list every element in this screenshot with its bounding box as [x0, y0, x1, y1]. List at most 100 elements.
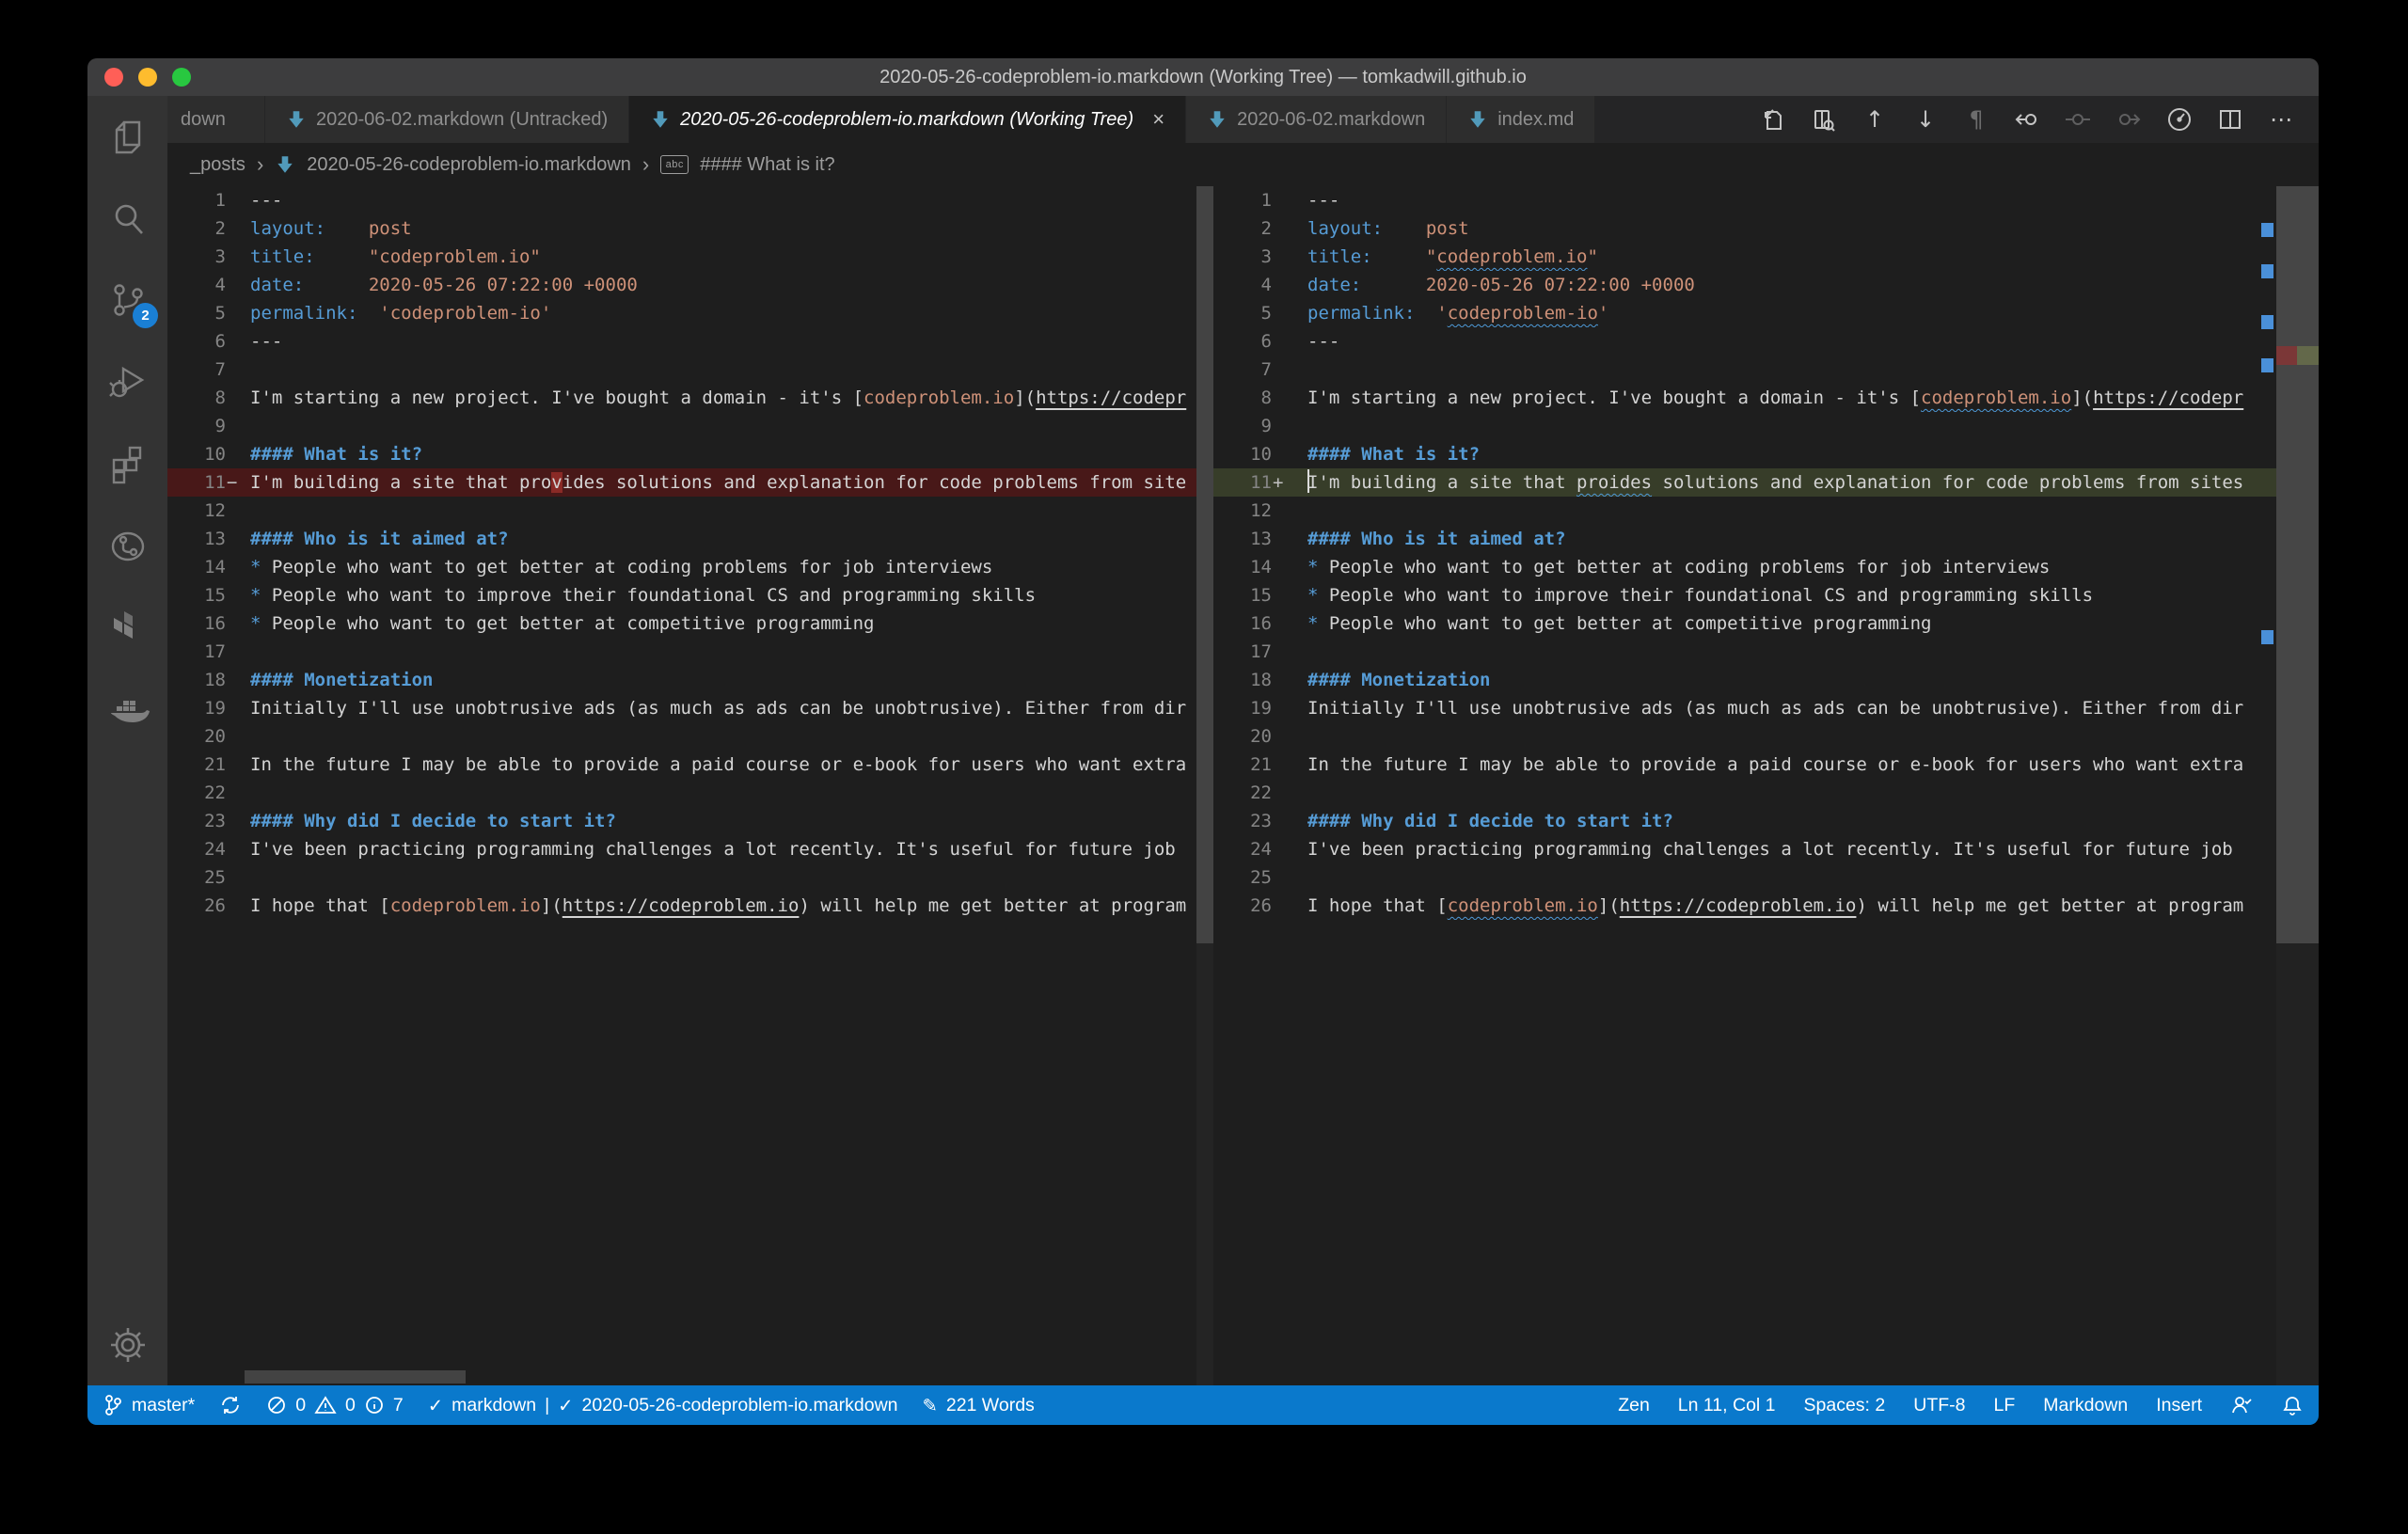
- open-changes-icon[interactable]: [2059, 103, 2097, 135]
- code-line[interactable]: 16* People who want to get better at com…: [1213, 609, 2319, 638]
- code-line[interactable]: 19Initially I'll use unobtrusive ads (as…: [1213, 694, 2319, 722]
- code-line[interactable]: 26I hope that [codeproblem.io](https://c…: [167, 892, 1213, 920]
- code-line[interactable]: 22: [1213, 779, 2319, 807]
- sidebar-item-run-debug[interactable]: [87, 341, 167, 423]
- code-line[interactable]: 20: [1213, 722, 2319, 751]
- code-line[interactable]: 2layout: post: [167, 214, 1213, 243]
- left-vertical-scrollbar[interactable]: [1196, 186, 1213, 1385]
- word-count[interactable]: ✎ 221 Words: [923, 1395, 1035, 1416]
- breadcrumb-item-file[interactable]: 2020-05-26-codeproblem-io.markdown: [307, 154, 631, 176]
- code-line[interactable]: 25: [167, 863, 1213, 892]
- code-line[interactable]: 5permalink: 'codeproblem-io': [167, 299, 1213, 327]
- zoom-window-button[interactable]: [172, 68, 191, 87]
- tab-index-md[interactable]: index.md: [1447, 96, 1595, 143]
- code-line[interactable]: 13#### Who is it aimed at?: [1213, 525, 2319, 553]
- close-window-button[interactable]: [104, 68, 123, 87]
- code-line[interactable]: 15* People who want to improve their fou…: [167, 581, 1213, 609]
- sidebar-item-gitlens[interactable]: [87, 505, 167, 587]
- linter-status[interactable]: ✓ markdown | ✓ 2020-05-26-codeproblem-io…: [428, 1395, 898, 1416]
- code-line[interactable]: 22: [167, 779, 1213, 807]
- branch-indicator[interactable]: master*: [103, 1394, 195, 1416]
- breadcrumb-item-folder[interactable]: _posts: [190, 154, 246, 176]
- code-line[interactable]: 3title: "codeproblem.io": [1213, 243, 2319, 271]
- code-line[interactable]: 13#### Who is it aimed at?: [167, 525, 1213, 553]
- breadcrumb-item-symbol[interactable]: #### What is it?: [700, 154, 834, 176]
- more-actions-icon[interactable]: ⋯: [2262, 103, 2300, 135]
- overview-ruler[interactable]: [2276, 186, 2319, 1385]
- code-line[interactable]: 23#### Why did I decide to start it?: [1213, 807, 2319, 835]
- sidebar-item-explorer[interactable]: [87, 96, 167, 178]
- code-line[interactable]: 24I've been practicing programming chall…: [167, 835, 1213, 863]
- code-line[interactable]: 4date: 2020-05-26 07:22:00 +0000: [167, 271, 1213, 299]
- notifications-button[interactable]: [2281, 1394, 2304, 1416]
- sidebar-item-extensions[interactable]: [87, 423, 167, 505]
- code-line[interactable]: 11+I'm building a site that proides solu…: [1213, 468, 2319, 497]
- open-preview-to-side-icon[interactable]: [1805, 103, 1843, 135]
- code-line[interactable]: 9: [167, 412, 1213, 440]
- tab-2020-05-26-working-tree[interactable]: 2020-05-26-codeproblem-io.markdown (Work…: [629, 96, 1186, 143]
- code-line[interactable]: 14* People who want to get better at cod…: [167, 553, 1213, 581]
- minimize-window-button[interactable]: [138, 68, 157, 87]
- code-line[interactable]: 3title: "codeproblem.io": [167, 243, 1213, 271]
- code-line[interactable]: 4date: 2020-05-26 07:22:00 +0000: [1213, 271, 2319, 299]
- indentation-indicator[interactable]: Spaces: 2: [1804, 1395, 1886, 1416]
- code-line[interactable]: 25: [1213, 863, 2319, 892]
- file-history-icon[interactable]: [2161, 103, 2198, 135]
- code-line[interactable]: 7: [1213, 356, 2319, 384]
- code-line[interactable]: 12: [167, 497, 1213, 525]
- code-line[interactable]: 23#### Why did I decide to start it?: [167, 807, 1213, 835]
- open-changes-with-next-icon[interactable]: [2110, 103, 2147, 135]
- code-line[interactable]: 8I'm starting a new project. I've bought…: [167, 384, 1213, 412]
- tab-markdown-partial[interactable]: down: [167, 96, 265, 143]
- code-line[interactable]: 7: [167, 356, 1213, 384]
- eol-indicator[interactable]: LF: [1994, 1395, 2016, 1416]
- open-file-icon[interactable]: [1754, 103, 1792, 135]
- code-line[interactable]: 6---: [1213, 327, 2319, 356]
- code-line[interactable]: 1---: [167, 186, 1213, 214]
- code-line[interactable]: 10#### What is it?: [167, 440, 1213, 468]
- split-editor-icon[interactable]: [2211, 103, 2249, 135]
- code-line[interactable]: 5permalink: 'codeproblem-io': [1213, 299, 2319, 327]
- sync-button[interactable]: [219, 1394, 242, 1416]
- tab-2020-06-02[interactable]: 2020-06-02.markdown: [1186, 96, 1447, 143]
- code-line[interactable]: 15* People who want to improve their fou…: [1213, 581, 2319, 609]
- code-line[interactable]: 21In the future I may be able to provide…: [1213, 751, 2319, 779]
- code-line[interactable]: 6---: [167, 327, 1213, 356]
- next-change-icon[interactable]: ↓: [1907, 103, 1944, 135]
- diff-modified-pane[interactable]: 1---2layout: post3title: "codeproblem.io…: [1213, 186, 2319, 1385]
- diff-original-pane[interactable]: 1---2layout: post3title: "codeproblem.io…: [167, 186, 1213, 1385]
- settings-button[interactable]: [87, 1304, 167, 1385]
- code-line[interactable]: 8I'm starting a new project. I've bought…: [1213, 384, 2319, 412]
- toggle-whitespace-icon[interactable]: ¶: [1957, 103, 1995, 135]
- code-line[interactable]: 26I hope that [codeproblem.io](https://c…: [1213, 892, 2319, 920]
- sidebar-item-search[interactable]: [87, 178, 167, 260]
- sidebar-item-source-control[interactable]: 2: [87, 260, 167, 341]
- code-line[interactable]: 21In the future I may be able to provide…: [167, 751, 1213, 779]
- code-line[interactable]: 9: [1213, 412, 2319, 440]
- code-line[interactable]: 10#### What is it?: [1213, 440, 2319, 468]
- code-line[interactable]: 20: [167, 722, 1213, 751]
- close-tab-icon[interactable]: ×: [1152, 107, 1164, 132]
- code-line[interactable]: 18#### Monetization: [167, 666, 1213, 694]
- code-line[interactable]: 24I've been practicing programming chall…: [1213, 835, 2319, 863]
- encoding-indicator[interactable]: UTF-8: [1913, 1395, 1965, 1416]
- open-changes-with-previous-icon[interactable]: [2008, 103, 2046, 135]
- zen-mode-indicator[interactable]: Zen: [1618, 1395, 1650, 1416]
- code-line[interactable]: 19Initially I'll use unobtrusive ads (as…: [167, 694, 1213, 722]
- code-line[interactable]: 17: [167, 638, 1213, 666]
- code-line[interactable]: 11−I'm building a site that provides sol…: [167, 468, 1213, 497]
- code-line[interactable]: 2layout: post: [1213, 214, 2319, 243]
- code-line[interactable]: 1---: [1213, 186, 2319, 214]
- code-line[interactable]: 18#### Monetization: [1213, 666, 2319, 694]
- left-horizontal-scrollbar[interactable]: [245, 1370, 466, 1384]
- sidebar-item-terraform[interactable]: [87, 587, 167, 669]
- code-line[interactable]: 16* People who want to get better at com…: [167, 609, 1213, 638]
- insert-mode-indicator[interactable]: Insert: [2156, 1395, 2202, 1416]
- code-line[interactable]: 14* People who want to get better at cod…: [1213, 553, 2319, 581]
- previous-change-icon[interactable]: ↑: [1856, 103, 1893, 135]
- code-line[interactable]: 17: [1213, 638, 2319, 666]
- language-mode[interactable]: Markdown: [2043, 1395, 2128, 1416]
- sidebar-item-docker[interactable]: [87, 669, 167, 751]
- cursor-position[interactable]: Ln 11, Col 1: [1678, 1395, 1776, 1416]
- problems-indicator[interactable]: 0 0 7: [266, 1395, 404, 1416]
